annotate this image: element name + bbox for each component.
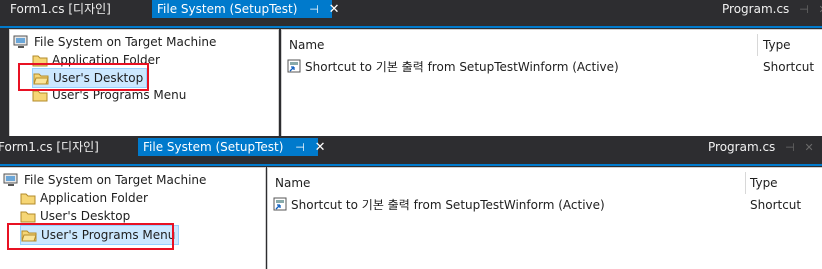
tab-label: File System (SetupTest) xyxy=(157,2,298,16)
tree-node-label: File System on Target Machine xyxy=(24,173,207,187)
pin-icon[interactable]: ⊣ xyxy=(799,3,809,16)
list-cell-name: Shortcut to 기본 출력 from SetupTestWinform … xyxy=(305,60,619,74)
tree-node-label: File System on Target Machine xyxy=(34,35,217,49)
shortcut-icon xyxy=(287,59,301,73)
tab-form1-designer[interactable]: Form1.cs [디자인] xyxy=(5,0,116,18)
tab-label: Program.cs xyxy=(708,140,776,154)
tab-file-system[interactable]: File System (SetupTest) ⊣ ✕ xyxy=(152,0,340,19)
computer-icon xyxy=(13,35,28,48)
tab-program[interactable]: Program.cs ⊣ ✕ xyxy=(717,0,822,18)
list-cell-type: Shortcut xyxy=(763,60,815,74)
tree-node-root[interactable]: File System on Target Machine xyxy=(3,171,206,189)
close-icon[interactable]: ✕ xyxy=(805,141,814,154)
close-icon[interactable]: ✕ xyxy=(315,139,326,157)
close-icon[interactable]: ✕ xyxy=(329,1,340,19)
tree-node-application-folder[interactable]: Application Folder xyxy=(20,189,148,207)
column-header-name[interactable]: Name xyxy=(275,173,310,193)
file-list[interactable]: Name Type Shortcut to 기본 출력 from SetupTe… xyxy=(281,29,822,136)
pin-icon[interactable]: ⊣ xyxy=(785,141,795,154)
column-header-name[interactable]: Name xyxy=(289,35,324,55)
tab-underline xyxy=(0,164,822,166)
tab-underline xyxy=(0,26,822,28)
column-separator[interactable] xyxy=(757,34,758,56)
red-highlight-box xyxy=(18,63,149,91)
tab-label: File System (SetupTest) xyxy=(143,140,284,154)
tree-node-root[interactable]: File System on Target Machine xyxy=(13,33,216,51)
tab-program[interactable]: Program.cs ⊣ ✕ ▾ xyxy=(703,138,822,156)
pin-icon[interactable]: ⊣ xyxy=(295,139,305,157)
tab-label: Program.cs xyxy=(722,2,790,16)
shortcut-icon xyxy=(273,197,287,211)
computer-icon xyxy=(3,173,18,186)
tab-form1-designer[interactable]: Form1.cs [디자인] xyxy=(0,138,104,156)
tab-label: Form1.cs [디자인] xyxy=(0,140,99,154)
tab-label: Form1.cs [디자인] xyxy=(10,2,111,16)
document-tab-bar: Form1.cs [디자인] File System (SetupTest) ⊣… xyxy=(0,0,822,18)
list-cell-type: Shortcut xyxy=(750,198,802,212)
folder-icon xyxy=(20,193,36,205)
file-system-tree[interactable]: File System on Target Machine Applicatio… xyxy=(0,167,266,269)
tab-file-system[interactable]: File System (SetupTest) ⊣ ✕ xyxy=(138,138,326,157)
column-header-type[interactable]: Type xyxy=(763,35,791,55)
top-editor-panel: Form1.cs [디자인] File System (SetupTest) ⊣… xyxy=(0,0,822,136)
file-list[interactable]: Name Type Shortcut to 기본 출력 from SetupTe… xyxy=(267,167,822,269)
bottom-editor-panel: Form1.cs [디자인] File System (SetupTest) ⊣… xyxy=(0,138,822,269)
document-tab-bar: Form1.cs [디자인] File System (SetupTest) ⊣… xyxy=(0,138,822,156)
red-highlight-box xyxy=(7,223,174,250)
column-header-type[interactable]: Type xyxy=(750,173,778,193)
pin-icon[interactable]: ⊣ xyxy=(309,1,319,19)
tree-node-label: User's Desktop xyxy=(40,209,131,223)
column-separator[interactable] xyxy=(745,172,746,194)
close-icon[interactable]: ✕ xyxy=(819,3,822,16)
tree-node-label: Application Folder xyxy=(40,191,148,205)
list-cell-name: Shortcut to 기본 출력 from SetupTestWinform … xyxy=(291,198,605,212)
folder-icon xyxy=(20,211,36,223)
